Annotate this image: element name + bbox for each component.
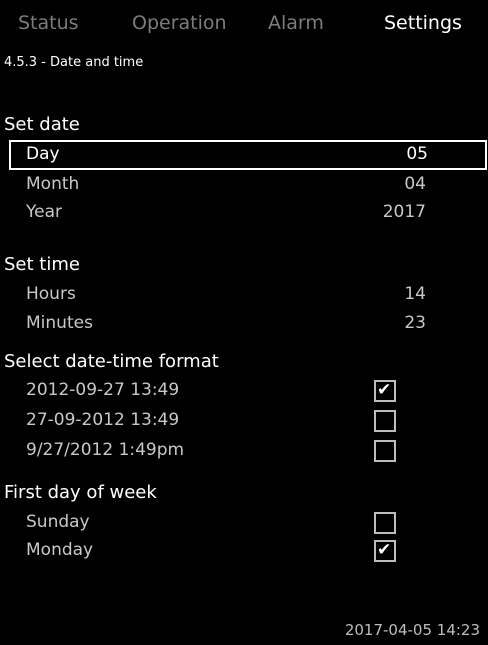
month-row[interactable]: Month 04: [16, 171, 488, 199]
first-day-heading: First day of week: [4, 482, 157, 503]
tab-settings[interactable]: Settings: [384, 12, 462, 34]
format-option-label-2: 27-09-2012 13:49: [26, 410, 180, 430]
day-value: 05: [406, 144, 428, 164]
first-day-option-label-monday: Monday: [26, 540, 94, 560]
month-value: 04: [404, 174, 426, 194]
set-date-heading: Set date: [4, 114, 80, 135]
format-option-label-3: 9/27/2012 1:49pm: [26, 440, 185, 460]
hours-label: Hours: [26, 284, 76, 304]
format-option-label-1: 2012-09-27 13:49: [26, 380, 180, 400]
first-day-option-label-sunday: Sunday: [26, 512, 90, 532]
format-option-checkbox-2[interactable]: [374, 410, 396, 432]
hours-value: 14: [404, 284, 426, 304]
tab-bar: Status Operation Alarm Settings: [0, 0, 488, 46]
month-label: Month: [26, 174, 80, 194]
year-value: 2017: [382, 202, 426, 222]
year-label: Year: [26, 202, 62, 222]
format-option-checkbox-3[interactable]: [374, 440, 396, 462]
set-time-heading: Set time: [4, 254, 80, 275]
footer-datetime: 2017-04-05 14:23: [344, 621, 480, 639]
minutes-value: 23: [404, 313, 426, 333]
check-icon: ✔: [377, 380, 392, 400]
format-option-checkbox-1[interactable]: ✔: [374, 380, 396, 402]
minutes-row[interactable]: Minutes 23: [16, 310, 488, 338]
format-heading: Select date-time format: [4, 351, 219, 372]
day-label: Day: [26, 144, 60, 164]
tab-operation[interactable]: Operation: [132, 12, 227, 34]
hours-row[interactable]: Hours 14: [16, 281, 488, 309]
year-row[interactable]: Year 2017: [16, 199, 488, 227]
tab-status[interactable]: Status: [18, 12, 79, 34]
minutes-label: Minutes: [26, 313, 93, 333]
breadcrumb: 4.5.3 - Date and time: [4, 55, 144, 70]
tab-alarm[interactable]: Alarm: [268, 12, 324, 34]
check-icon: ✔: [377, 540, 392, 560]
first-day-checkbox-monday[interactable]: ✔: [374, 540, 396, 562]
day-row[interactable]: Day 05: [9, 140, 487, 170]
first-day-checkbox-sunday[interactable]: [374, 512, 396, 534]
